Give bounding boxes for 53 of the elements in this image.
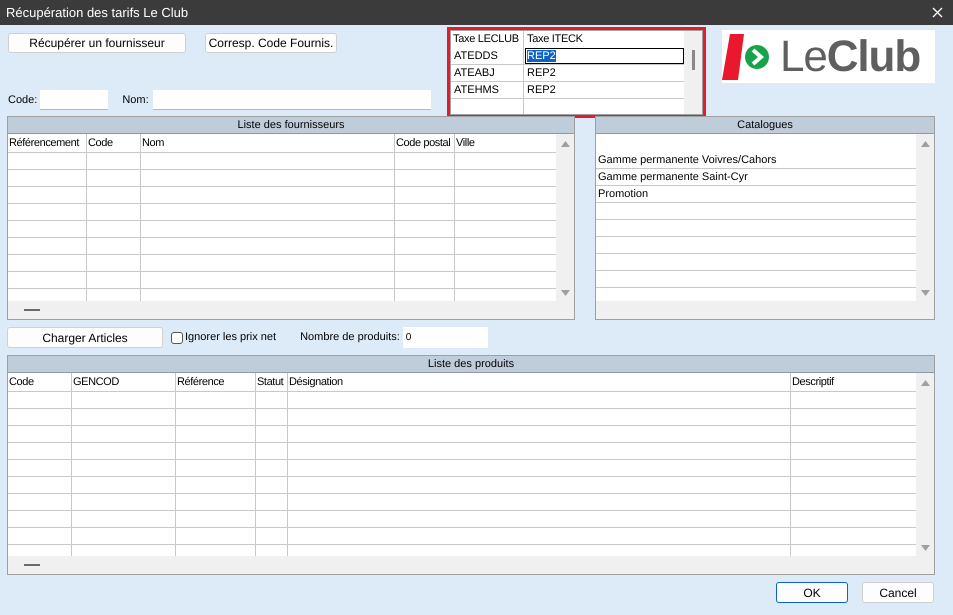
scroll-down-icon[interactable] <box>560 290 570 296</box>
input-field[interactable]: 0 <box>402 327 488 348</box>
table-title: Catalogues <box>596 117 934 134</box>
cell-editor[interactable]: REP2 <box>525 48 684 64</box>
list-item[interactable]: Promotion <box>596 186 916 203</box>
column-header[interactable]: Code <box>8 373 72 391</box>
checkbox-label: Ignorer les prix net <box>185 330 276 346</box>
table-title: Liste des fournisseurs <box>8 117 574 134</box>
table-cell: ATEHMS <box>451 82 524 98</box>
column-header: Taxe ITECK <box>526 32 584 47</box>
button[interactable]: Charger Articles <box>7 327 163 348</box>
close-icon[interactable] <box>932 7 943 18</box>
column-header[interactable]: Code postal <box>395 134 455 152</box>
column-header[interactable]: Ville <box>455 134 556 152</box>
checkbox[interactable] <box>171 332 183 344</box>
column-header[interactable]: Nom <box>141 134 395 152</box>
button[interactable]: OK <box>776 582 848 603</box>
column-header[interactable]: Désignation <box>288 373 791 391</box>
scrollbar-thumb[interactable] <box>692 50 694 70</box>
scroll-up-icon[interactable] <box>560 141 570 147</box>
field-label: Code: <box>8 92 38 108</box>
scroll-up-icon[interactable] <box>920 141 930 147</box>
field-label: Nom: <box>122 92 149 108</box>
scroll-down-icon[interactable] <box>920 290 930 296</box>
button[interactable]: Cancel <box>862 582 934 603</box>
scroll-down-icon[interactable] <box>920 545 930 551</box>
column-header[interactable]: Descriptif <box>791 373 916 391</box>
column-header[interactable]: Référence <box>176 373 256 391</box>
table-row[interactable]: ATEHMS REP2 <box>451 82 684 99</box>
column-header: Taxe LECLUB <box>451 31 524 48</box>
scrollbar-thumb[interactable] <box>24 309 40 311</box>
column-header[interactable]: Code <box>87 134 141 152</box>
window-title: Récupération des tarifs Le Club <box>6 4 188 22</box>
logo-text: LeClub <box>780 34 920 78</box>
list-item[interactable]: Gamme permanente Saint-Cyr <box>596 169 916 186</box>
table-cell: ATEDDS <box>451 48 524 64</box>
scrollbar-thumb[interactable] <box>24 564 40 566</box>
button[interactable]: Corresp. Code Fournis. <box>205 33 337 53</box>
scroll-up-icon[interactable] <box>920 380 930 386</box>
field-label: Nombre de produits: <box>300 330 400 346</box>
list-item[interactable]: Gamme permanente Voivres/Cahors <box>596 152 916 169</box>
table-row[interactable]: ATEABJ REP2 <box>451 65 684 82</box>
button[interactable]: Récupérer un fournisseur <box>8 33 186 53</box>
column-header[interactable]: Référencement <box>8 134 87 152</box>
table-cell: ATEABJ <box>451 65 524 81</box>
input-field[interactable] <box>152 90 431 110</box>
column-header[interactable]: Statut <box>256 373 288 391</box>
table-cell-text: REP2 <box>526 66 557 81</box>
column-header[interactable]: GENCOD <box>72 373 176 391</box>
table-title: Liste des produits <box>8 356 934 373</box>
input-field[interactable] <box>40 90 108 110</box>
scrollbar[interactable] <box>684 31 702 114</box>
table-cell-text: REP2 <box>526 83 557 98</box>
